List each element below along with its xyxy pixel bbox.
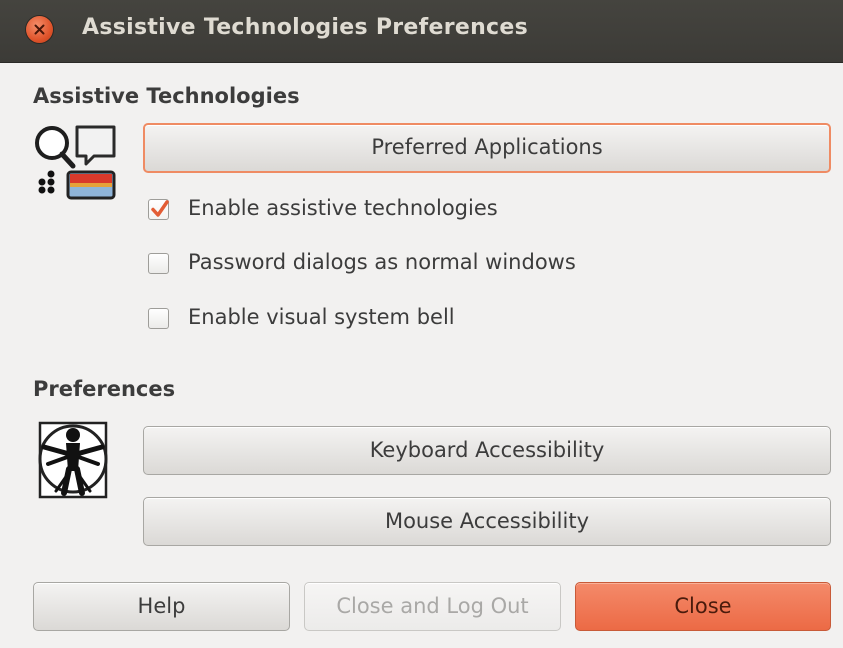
- title-bar: Assistive Technologies Preferences: [0, 0, 843, 63]
- checkbox-password-dialogs[interactable]: Password dialogs as normal windows: [148, 250, 748, 280]
- close-and-logout-button[interactable]: Close and Log Out: [304, 582, 561, 631]
- checkbox-label: Enable visual system bell: [188, 305, 455, 329]
- checkmark-icon: [151, 200, 169, 217]
- checkbox-visual-bell[interactable]: Enable visual system bell: [148, 305, 748, 335]
- checkbox-label: Enable assistive technologies: [188, 196, 498, 220]
- assistive-section-heading: Assistive Technologies: [33, 84, 300, 108]
- mouse-accessibility-button[interactable]: Mouse Accessibility: [143, 497, 831, 546]
- preferences-window: Assistive Technologies Preferences Assis…: [0, 0, 843, 648]
- close-button[interactable]: Close: [575, 582, 831, 631]
- checkbox-box[interactable]: [148, 199, 169, 220]
- checkbox-box[interactable]: [148, 308, 169, 329]
- assistive-technologies-icon: [30, 122, 118, 208]
- preferred-applications-button[interactable]: Preferred Applications: [143, 123, 831, 173]
- close-icon: [34, 24, 45, 35]
- help-button[interactable]: Help: [33, 582, 290, 631]
- checkbox-enable-assistive[interactable]: Enable assistive technologies: [148, 196, 748, 226]
- checkbox-box[interactable]: [148, 253, 169, 274]
- keyboard-accessibility-button[interactable]: Keyboard Accessibility: [143, 426, 831, 475]
- window-close-button[interactable]: [26, 16, 53, 43]
- vitruvian-man-icon: [34, 419, 114, 505]
- checkbox-label: Password dialogs as normal windows: [188, 250, 576, 274]
- window-title: Assistive Technologies Preferences: [82, 15, 529, 40]
- preferences-section-heading: Preferences: [33, 377, 176, 401]
